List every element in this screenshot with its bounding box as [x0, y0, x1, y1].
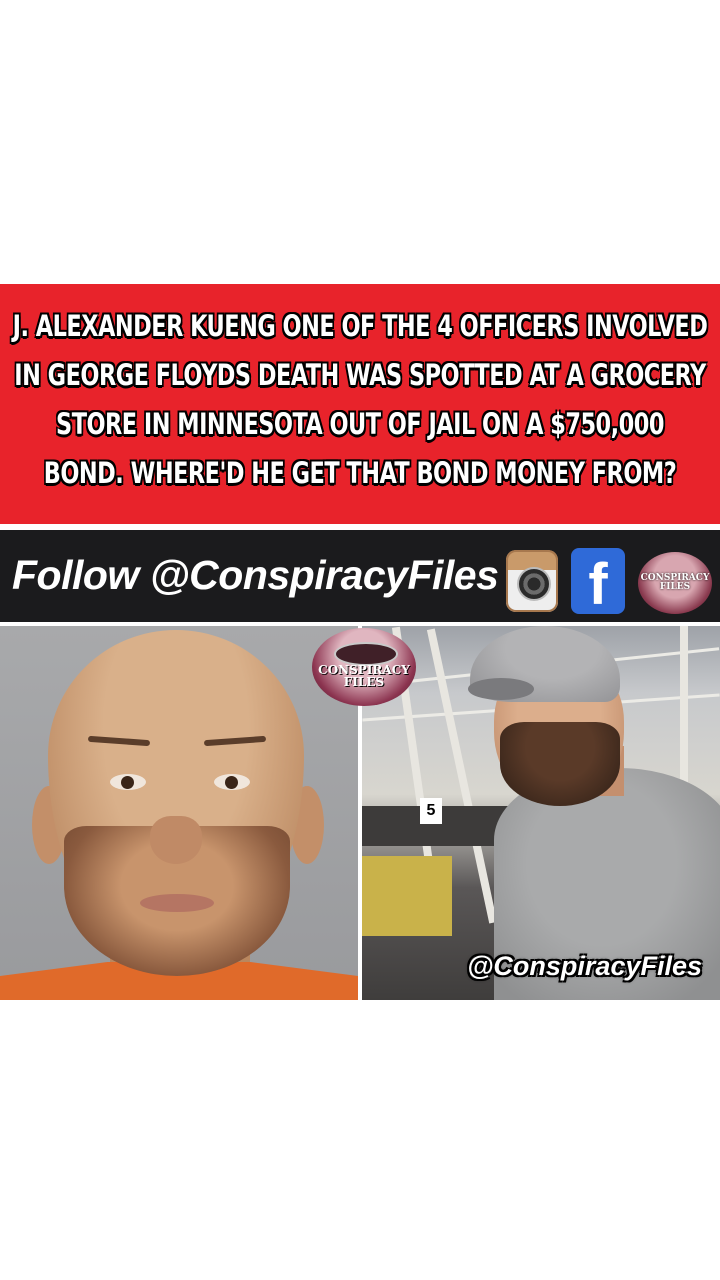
headline-text: J. ALEXANDER KUENG ONE OF THE 4 OFFICERS…: [7, 302, 712, 498]
conspiracy-files-logo: CONSPIRACY FILES: [638, 552, 712, 614]
conspiracy-files-watermark-logo: CONSPIRACY FILES: [312, 628, 416, 706]
nose: [150, 816, 202, 864]
camera-lens-icon: [517, 567, 551, 601]
facebook-icon[interactable]: f: [571, 548, 625, 617]
eye-left: [110, 774, 146, 790]
mugshot-photo: [0, 626, 358, 1000]
headline-line: BOND. WHERE'D HE GET THAT BOND MONEY FRO…: [43, 456, 677, 490]
handle-watermark: @ConspiracyFiles: [467, 951, 702, 981]
headline-line: IN GEORGE FLOYDS DEATH WAS SPOTTED AT A …: [14, 358, 706, 392]
lips: [140, 894, 214, 912]
cap-brim: [468, 678, 534, 700]
beard: [500, 722, 620, 806]
eye-right: [214, 774, 250, 790]
headline-line: STORE IN MINNESOTA OUT OF JAIL ON A $750…: [56, 407, 664, 441]
instagram-icon[interactable]: [506, 550, 558, 612]
store-wall: [362, 856, 452, 936]
aisle-sign: 5: [420, 798, 442, 824]
follow-text: Follow @ConspiracyFiles: [12, 552, 499, 598]
pillar: [680, 626, 688, 786]
logo-text-line2: FILES: [659, 582, 691, 592]
headline-banner: J. ALEXANDER KUENG ONE OF THE 4 OFFICERS…: [0, 284, 720, 524]
logo-text-line2: FILES: [343, 675, 385, 689]
follow-bar: Follow @ConspiracyFiles f CONSPIRACY FIL…: [0, 530, 720, 622]
logo-text: CONSPIRACY FILES: [312, 664, 416, 688]
logo-text: CONSPIRACY FILES: [638, 574, 712, 592]
headline-line: J. ALEXANDER KUENG ONE OF THE 4 OFFICERS…: [12, 309, 708, 343]
